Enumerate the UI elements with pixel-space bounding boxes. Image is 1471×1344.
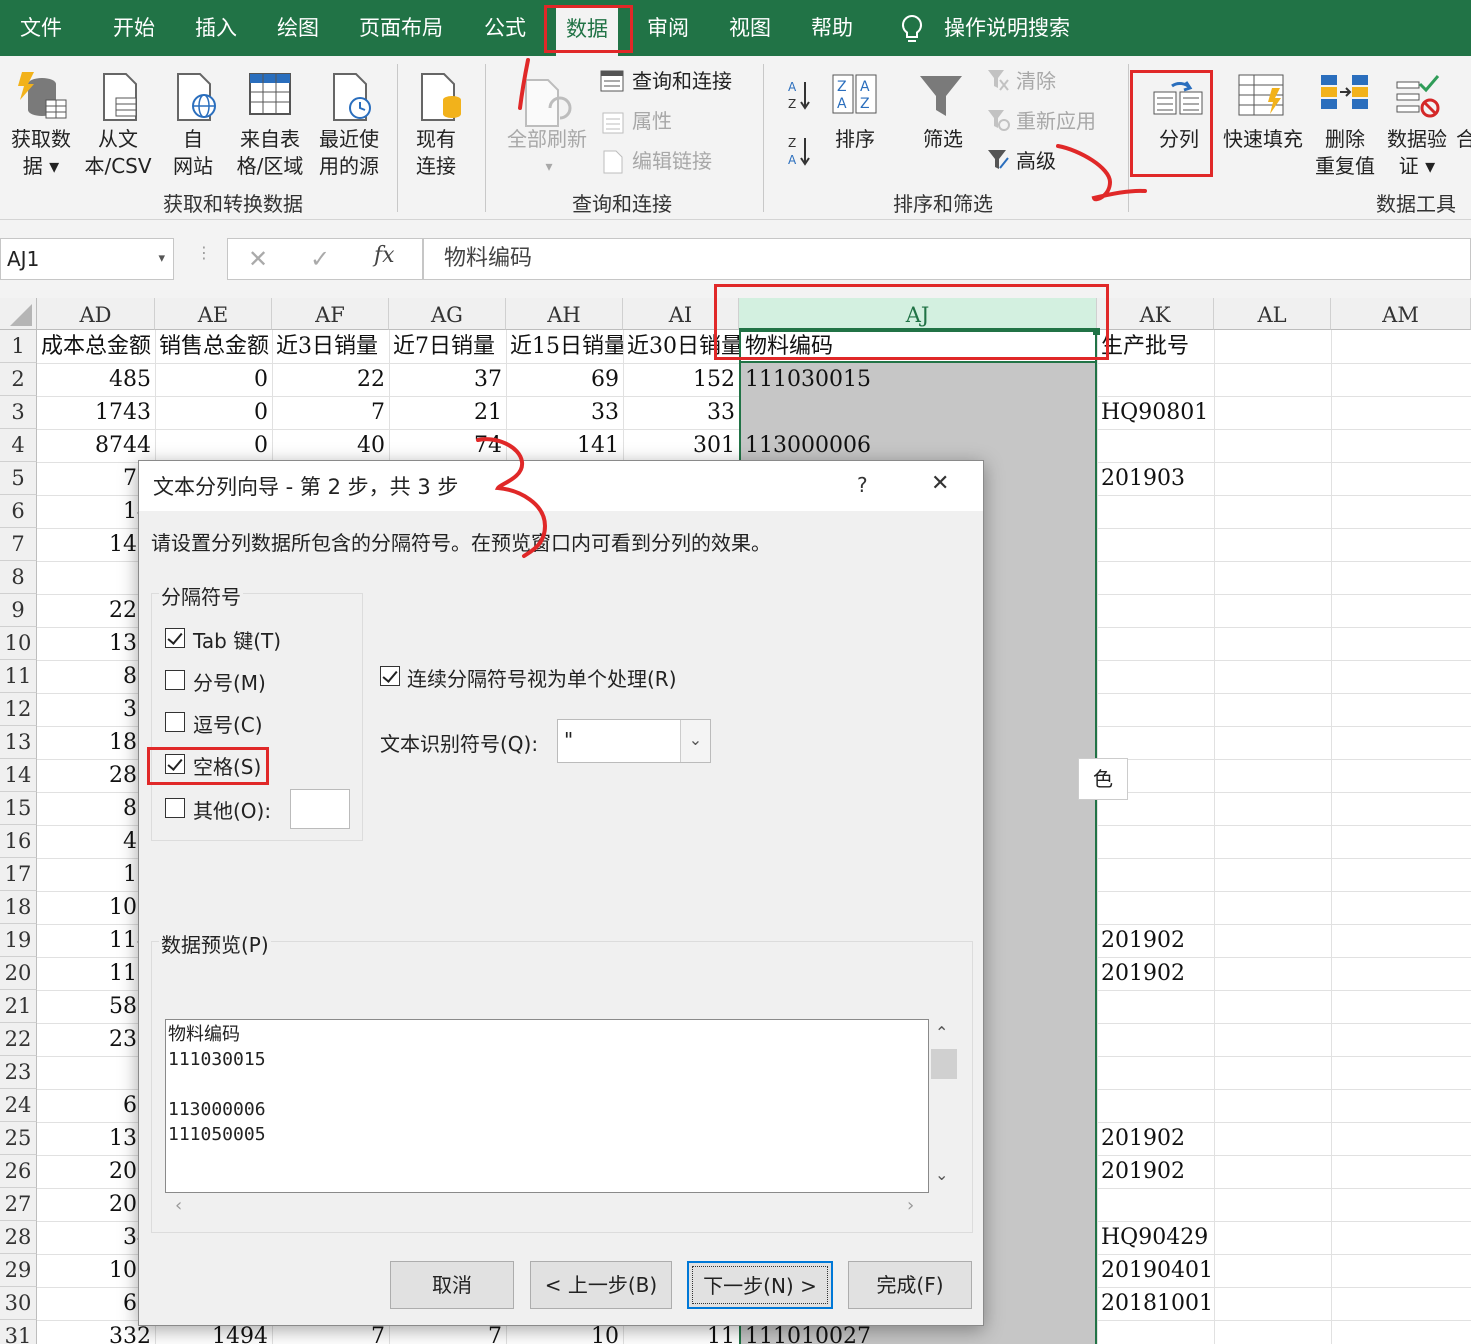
- hand-drawn-annotations: [476, 58, 1147, 558]
- annotation-mark-1: [518, 58, 530, 110]
- annotation-mark-3: [476, 437, 548, 558]
- annotation-mark-2: [1056, 144, 1147, 202]
